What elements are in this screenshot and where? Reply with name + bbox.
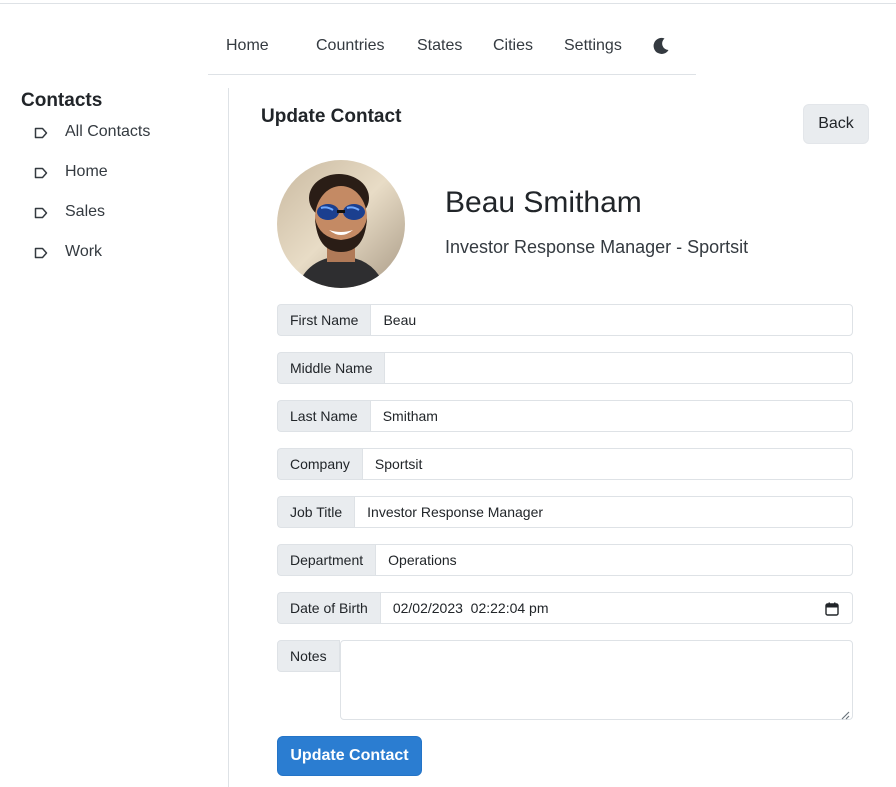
contact-subtitle: Investor Response Manager - Sportsit bbox=[445, 237, 749, 257]
job-title-input[interactable]: Investor Response Manager bbox=[354, 496, 853, 528]
company-field: Company Sportsit bbox=[277, 448, 853, 480]
department-field: Department Operations bbox=[277, 544, 853, 576]
sidebar-item-sales[interactable]: Sales bbox=[34, 201, 105, 223]
department-label: Department bbox=[277, 544, 376, 576]
job-title-field: Job Title Investor Response Manager bbox=[277, 496, 853, 528]
top-navbar: Home Countries States Cities Settings bbox=[208, 18, 696, 75]
sidebar-item-home[interactable]: Home bbox=[34, 161, 108, 183]
update-contact-button[interactable]: Update Contact bbox=[277, 736, 422, 776]
department-input[interactable]: Operations bbox=[375, 544, 853, 576]
resize-grip-icon[interactable] bbox=[840, 707, 850, 720]
tag-icon bbox=[34, 166, 48, 179]
notes-label: Notes bbox=[277, 640, 340, 672]
sidebar-item-work[interactable]: Work bbox=[34, 241, 102, 263]
middle-name-label: Middle Name bbox=[277, 352, 385, 384]
back-button[interactable]: Back bbox=[803, 104, 869, 144]
company-input[interactable]: Sportsit bbox=[361, 448, 853, 480]
tag-icon bbox=[34, 206, 48, 219]
sidebar-title: Contacts bbox=[21, 90, 103, 111]
avatar bbox=[277, 160, 405, 288]
middle-name-field: Middle Name bbox=[277, 352, 853, 384]
nav-settings[interactable]: Settings bbox=[564, 37, 622, 55]
tag-icon bbox=[34, 246, 48, 259]
first-name-field: First Name Beau bbox=[277, 304, 853, 336]
first-name-input[interactable]: Beau bbox=[370, 304, 853, 336]
sidebar: Contacts All Contacts Home Sales Work bbox=[0, 88, 229, 787]
sidebar-item-all-contacts[interactable]: All Contacts bbox=[34, 121, 150, 143]
calendar-icon[interactable] bbox=[825, 602, 839, 616]
middle-name-input[interactable] bbox=[384, 352, 853, 384]
last-name-input[interactable]: Smitham bbox=[369, 400, 853, 432]
moon-icon[interactable] bbox=[651, 36, 671, 56]
notes-textarea[interactable] bbox=[339, 640, 853, 720]
sidebar-item-label: Work bbox=[65, 243, 103, 260]
date-of-birth-label: Date of Birth bbox=[277, 592, 380, 624]
sidebar-item-label: Sales bbox=[65, 203, 106, 220]
sidebar-item-label: Home bbox=[65, 163, 108, 180]
date-of-birth-input[interactable]: 02/02/2023 02:22:04 pm bbox=[379, 592, 853, 624]
last-name-label: Last Name bbox=[277, 400, 370, 432]
tag-icon bbox=[34, 126, 48, 139]
company-label: Company bbox=[277, 448, 362, 480]
job-title-label: Job Title bbox=[277, 496, 355, 528]
date-of-birth-field: Date of Birth 02/02/2023 02:22:04 pm bbox=[277, 592, 853, 624]
nav-states[interactable]: States bbox=[417, 37, 462, 55]
top-border bbox=[0, 3, 896, 4]
nav-countries[interactable]: Countries bbox=[316, 37, 384, 55]
contact-name: Beau Smitham bbox=[445, 186, 642, 219]
first-name-label: First Name bbox=[277, 304, 371, 336]
notes-field: Notes bbox=[277, 640, 853, 720]
nav-home[interactable]: Home bbox=[226, 37, 269, 55]
last-name-field: Last Name Smitham bbox=[277, 400, 853, 432]
date-of-birth-value: 02/02/2023 02:22:04 pm bbox=[392, 600, 549, 616]
nav-cities[interactable]: Cities bbox=[493, 37, 533, 55]
sidebar-item-label: All Contacts bbox=[65, 123, 151, 140]
page-title: Update Contact bbox=[261, 106, 402, 127]
